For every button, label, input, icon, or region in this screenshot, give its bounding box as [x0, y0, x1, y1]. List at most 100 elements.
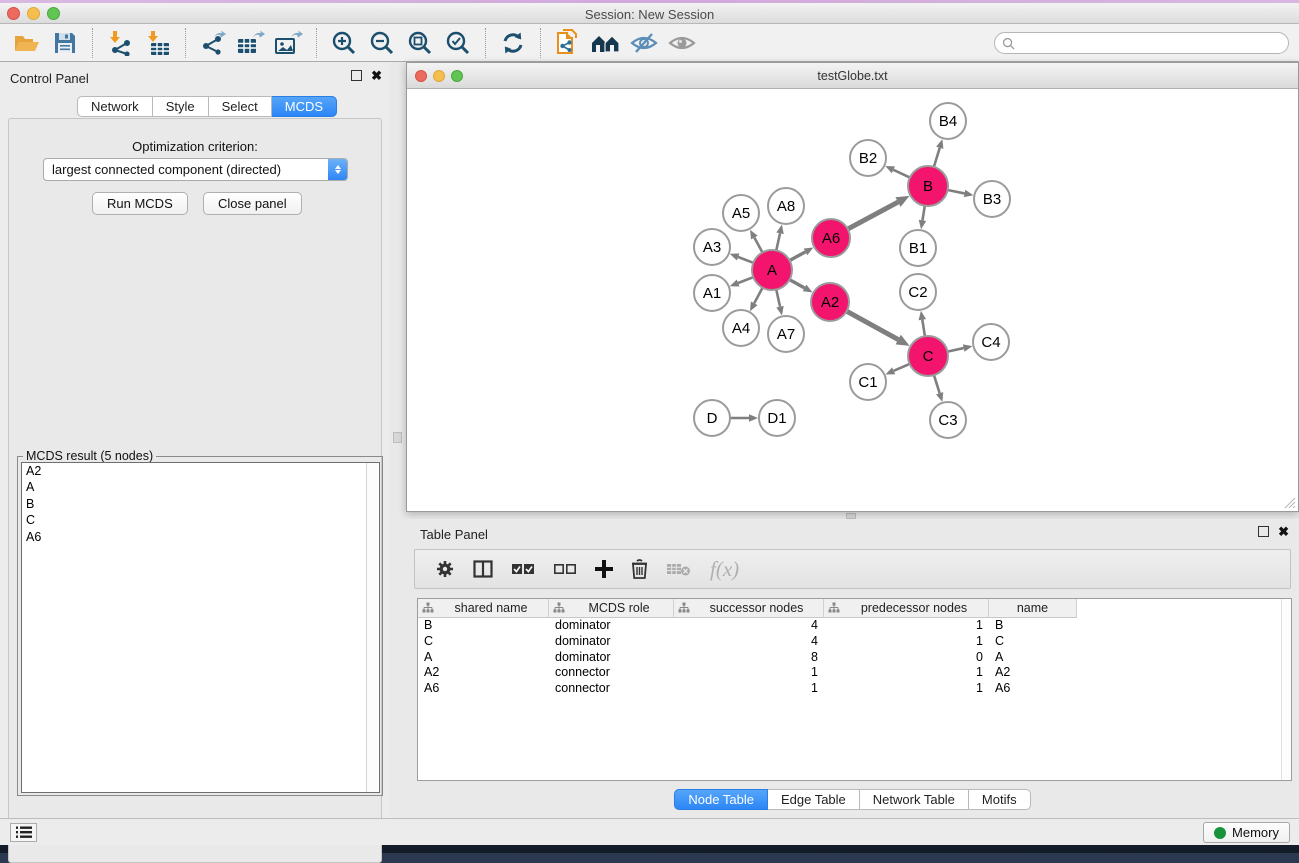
tab-network-table[interactable]: Network Table: [860, 789, 969, 810]
refresh-button[interactable]: [494, 28, 532, 58]
import-network-button[interactable]: [101, 28, 139, 58]
add-button[interactable]: [595, 560, 613, 578]
table-row[interactable]: Cdominator41C: [418, 634, 1291, 650]
table-row[interactable]: A2connector11A2: [418, 665, 1291, 681]
graph-edge[interactable]: [922, 320, 925, 337]
delete-button[interactable]: [631, 559, 648, 579]
graph-edge[interactable]: [948, 348, 964, 352]
divider-handle[interactable]: [393, 432, 402, 443]
hide-selected-button[interactable]: [625, 28, 663, 58]
graph-edge[interactable]: [948, 190, 965, 193]
gear-button[interactable]: [435, 559, 455, 579]
export-network-icon: [200, 30, 226, 56]
table-toolbar: f(x): [414, 549, 1291, 589]
graph-edge[interactable]: [738, 277, 753, 283]
table-cell: 8: [674, 650, 824, 666]
column-header[interactable]: name: [989, 599, 1077, 618]
graph-edge[interactable]: [848, 202, 898, 229]
graph-edge[interactable]: [754, 238, 762, 253]
table-scrollbar[interactable]: [1281, 599, 1291, 780]
criterion-dropdown[interactable]: largest connected component (directed): [43, 158, 348, 181]
graph-edge[interactable]: [790, 280, 805, 288]
table-row[interactable]: Adominator80A: [418, 650, 1291, 666]
zoom-selected-button[interactable]: [439, 28, 477, 58]
graph-node-label: A6: [822, 230, 840, 247]
table-row[interactable]: Bdominator41B: [418, 618, 1291, 634]
tab-motifs[interactable]: Motifs: [969, 789, 1031, 810]
float-panel-icon[interactable]: [351, 70, 362, 81]
zoom-fit-button[interactable]: [401, 28, 439, 58]
graph-edge[interactable]: [934, 148, 940, 167]
graph-edge[interactable]: [776, 233, 780, 250]
search-input[interactable]: [1015, 36, 1288, 50]
tab-style[interactable]: Style: [153, 96, 209, 117]
table-row[interactable]: A6connector11A6: [418, 681, 1291, 697]
graph-edge-arrowhead: [749, 414, 758, 422]
open-file-button[interactable]: [8, 28, 46, 58]
mcds-result-item[interactable]: B: [22, 496, 379, 513]
mcds-result-list[interactable]: A2ABCA6: [21, 462, 380, 793]
clone-network-button[interactable]: [549, 28, 587, 58]
export-table-button[interactable]: [232, 28, 270, 58]
network-window-titlebar[interactable]: testGlobe.txt: [407, 63, 1298, 89]
graph-edge[interactable]: [922, 206, 924, 221]
memory-button[interactable]: Memory: [1203, 822, 1290, 843]
tab-mcds[interactable]: MCDS: [272, 96, 337, 117]
columns-button[interactable]: [473, 560, 493, 578]
mcds-result-item[interactable]: A2: [22, 463, 379, 480]
table-cell: 4: [674, 634, 824, 650]
export-image-button[interactable]: [270, 28, 308, 58]
vertical-split-divider[interactable]: [390, 62, 406, 818]
graph-edge[interactable]: [738, 257, 753, 263]
show-all-button[interactable]: [663, 28, 701, 58]
column-header-label: successor nodes: [690, 601, 823, 615]
graph-node-label: B4: [939, 113, 957, 130]
column-header[interactable]: successor nodes: [674, 599, 824, 618]
select-all-button[interactable]: [511, 562, 535, 576]
graph-edge[interactable]: [894, 364, 910, 371]
network-canvas[interactable]: B4B2BB3A8A5A6A3B1AA1C2A2A4A7C4CC1DD1C3: [407, 89, 1298, 511]
mcds-result-item[interactable]: C: [22, 513, 379, 530]
tab-edge-table[interactable]: Edge Table: [768, 789, 860, 810]
first-neighbors-button[interactable]: [587, 28, 625, 58]
graph-node-label: D1: [767, 410, 786, 427]
task-history-button[interactable]: [10, 823, 37, 842]
memory-status-icon: [1214, 827, 1226, 839]
tab-select[interactable]: Select: [209, 96, 272, 117]
resize-grip-icon[interactable]: [1284, 497, 1296, 509]
close-table-panel-icon[interactable]: ✖: [1278, 526, 1289, 537]
zoom-in-button[interactable]: [325, 28, 363, 58]
column-header[interactable]: MCDS role: [549, 599, 674, 618]
table-cell: 1: [824, 618, 989, 634]
mcds-list-scrollbar[interactable]: [366, 463, 379, 792]
column-header[interactable]: shared name: [418, 599, 549, 618]
close-panel-button[interactable]: Close panel: [203, 192, 302, 215]
graph-edge[interactable]: [790, 252, 806, 261]
graph-edge[interactable]: [776, 290, 780, 307]
graph-edge[interactable]: [754, 288, 762, 304]
import-table-button[interactable]: [139, 28, 177, 58]
column-header[interactable]: predecessor nodes: [824, 599, 989, 618]
float-table-panel-icon[interactable]: [1258, 526, 1269, 537]
tab-network[interactable]: Network: [77, 96, 153, 117]
node-table[interactable]: shared nameMCDS role successor nodesprede…: [417, 598, 1292, 781]
delete-table-button[interactable]: [666, 561, 692, 577]
graph-node-label: C: [923, 348, 934, 365]
export-image-icon: [275, 30, 303, 56]
graph-edge[interactable]: [893, 170, 910, 178]
tab-node-table[interactable]: Node Table: [674, 789, 768, 810]
zoom-out-button[interactable]: [363, 28, 401, 58]
deselect-all-button[interactable]: [553, 562, 577, 576]
toolbar-search-field[interactable]: [994, 32, 1289, 54]
column-tree-icon: [828, 602, 840, 614]
export-network-button[interactable]: [194, 28, 232, 58]
mcds-result-item[interactable]: A: [22, 480, 379, 497]
graph-edge[interactable]: [847, 311, 899, 339]
run-mcds-button[interactable]: Run MCDS: [92, 192, 188, 215]
main-titlebar: Session: New Session: [0, 3, 1299, 24]
close-panel-icon[interactable]: ✖: [371, 70, 382, 81]
save-session-button[interactable]: [46, 28, 84, 58]
graph-edge[interactable]: [934, 375, 940, 393]
mcds-result-item[interactable]: A6: [22, 529, 379, 546]
function-builder-button[interactable]: f(x): [710, 557, 739, 582]
